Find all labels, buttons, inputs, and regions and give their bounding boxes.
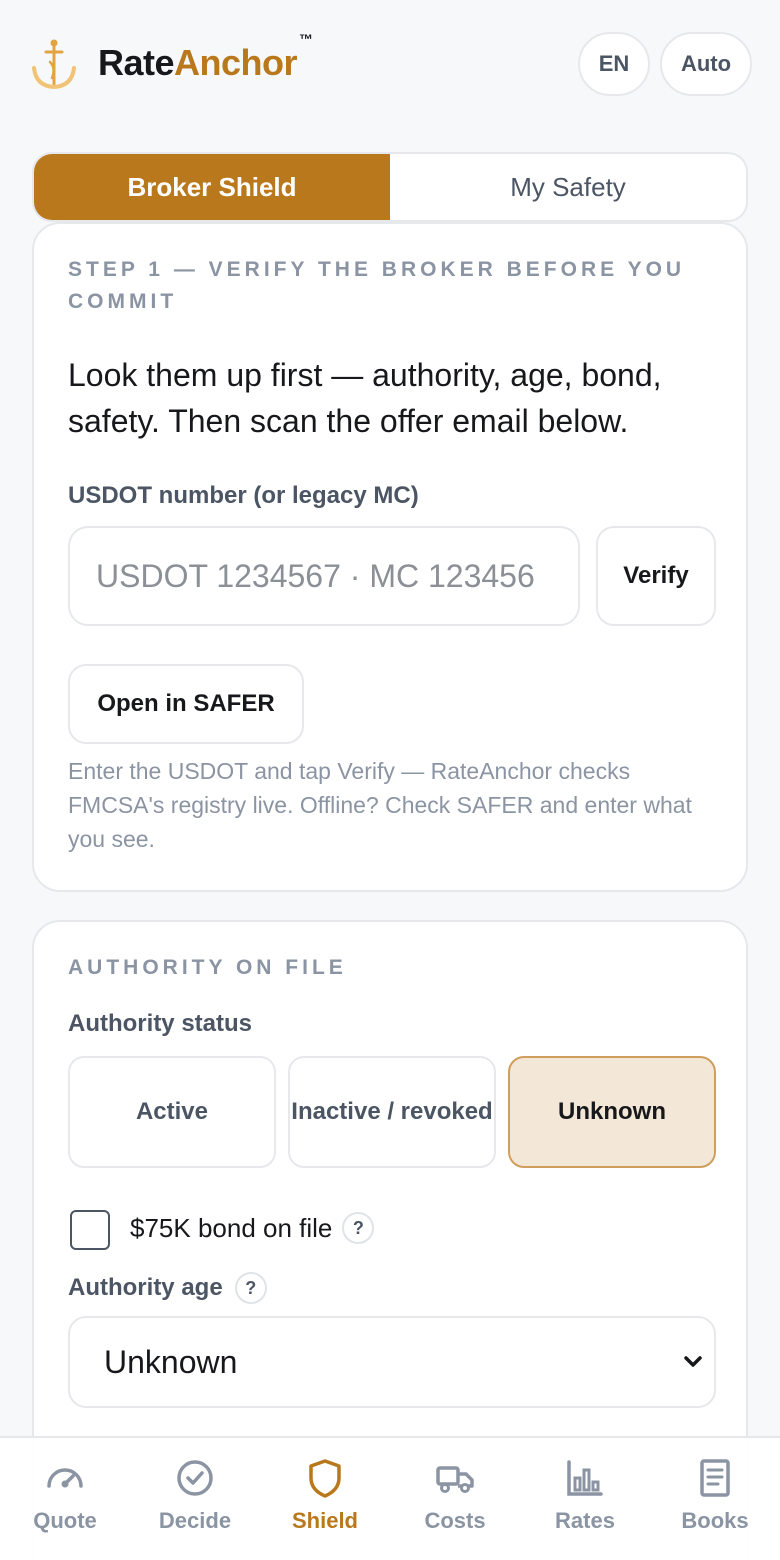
age-help-icon[interactable]: ? (234, 1272, 267, 1304)
bottom-tab-bar: Quote Decide Shield Costs Rates Books (0, 1436, 780, 1560)
tab-decide-label: Decide (158, 1508, 232, 1533)
document-icon (700, 1459, 730, 1497)
step1-lead: Look them up first — authority, age, bon… (68, 357, 662, 439)
tab-costs[interactable]: Costs (390, 1438, 520, 1560)
status-option-inactive[interactable]: Inactive / revoked (288, 1056, 496, 1168)
verify-help-text: Enter the USDOT and tap Verify — RateAnc… (68, 758, 692, 852)
brand-rate: Rate (98, 42, 175, 83)
authority-age-value: Unknown (104, 1343, 238, 1380)
bond-label: $75K bond on file (130, 1212, 333, 1243)
tab-decide[interactable]: Decide (130, 1438, 260, 1560)
chevron-down-icon (684, 1356, 702, 1367)
status-option-unknown[interactable]: Unknown (508, 1056, 716, 1168)
bond-help-icon[interactable]: ? (342, 1212, 375, 1244)
tab-quote-label: Quote (33, 1508, 97, 1533)
verify-broker-card: STEP 1 — VERIFY THE BROKER BEFORE YOU CO… (32, 222, 748, 892)
language-toggle[interactable]: EN (578, 32, 650, 96)
usdot-field-label: USDOT number (or legacy MC) (68, 482, 419, 509)
authority-status-label: Authority status (68, 1010, 253, 1037)
truck-icon (436, 1466, 474, 1493)
trademark: ™ (299, 31, 313, 47)
shield-icon (309, 1459, 341, 1498)
mode-segmented-control: Broker Shield My Safety (32, 152, 748, 222)
usdot-input[interactable]: USDOT 1234567 · MC 123456 (68, 526, 580, 626)
tab-shield[interactable]: Shield (260, 1438, 390, 1560)
tab-costs-label: Costs (424, 1508, 486, 1533)
status-option-active[interactable]: Active (68, 1056, 276, 1168)
authority-age-select[interactable]: Unknown (68, 1316, 716, 1408)
gauge-icon (47, 1468, 83, 1488)
theme-toggle[interactable]: Auto (660, 32, 752, 96)
tab-books-label: Books (681, 1508, 749, 1533)
brand-wordmark: RateAnchor™ (98, 31, 313, 84)
tab-my-safety[interactable]: My Safety (390, 154, 746, 220)
app-header: RateAnchor™ EN Auto (0, 0, 780, 130)
step1-eyebrow: STEP 1 — VERIFY THE BROKER BEFORE YOU CO… (68, 258, 686, 313)
bond-checkbox[interactable] (70, 1210, 110, 1250)
open-safer-button[interactable]: Open in SAFER (68, 664, 304, 744)
anchor-logo-icon (32, 39, 76, 90)
bond-label-row: $75K bond on file ? (130, 1212, 375, 1244)
tab-rates-label: Rates (555, 1508, 615, 1533)
bar-chart-icon (567, 1460, 603, 1496)
authority-age-label: Authority age (68, 1274, 223, 1301)
tab-shield-label: Shield (291, 1508, 358, 1533)
check-circle-icon (177, 1460, 213, 1496)
tab-quote[interactable]: Quote (0, 1438, 130, 1560)
authority-eyebrow: AUTHORITY ON FILE (68, 956, 347, 979)
tab-rates[interactable]: Rates (520, 1438, 650, 1560)
tab-books[interactable]: Books (650, 1438, 780, 1560)
brand-anchor: Anchor (174, 42, 298, 83)
authority-age-label-row: Authority age ? (68, 1272, 267, 1304)
tab-broker-shield[interactable]: Broker Shield (34, 154, 390, 220)
verify-button[interactable]: Verify (596, 526, 716, 626)
